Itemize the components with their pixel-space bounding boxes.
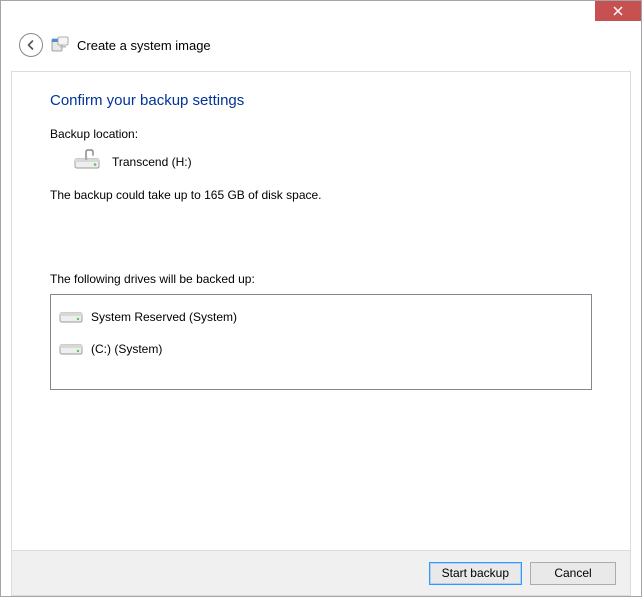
drive-icon xyxy=(59,307,83,328)
system-image-icon xyxy=(51,36,69,54)
wizard-footer: Start backup Cancel xyxy=(11,550,631,596)
drives-list: System Reserved (System) (C:) (System) xyxy=(50,294,592,390)
cancel-button[interactable]: Cancel xyxy=(530,562,616,585)
start-backup-button[interactable]: Start backup xyxy=(429,562,522,585)
drive-icon xyxy=(59,339,83,360)
title-bar xyxy=(1,1,641,29)
backup-location-row: Transcend (H:) xyxy=(74,149,592,174)
backup-location-label: Backup location: xyxy=(50,127,592,141)
dialog-window: Create a system image Confirm your backu… xyxy=(0,0,642,597)
drive-label: System Reserved (System) xyxy=(91,310,237,324)
list-item: System Reserved (System) xyxy=(57,301,585,333)
drive-label: (C:) (System) xyxy=(91,342,162,356)
drive-usb-icon xyxy=(74,149,102,174)
drives-list-label: The following drives will be backed up: xyxy=(50,272,592,286)
wizard-header: Create a system image xyxy=(1,29,641,61)
list-item: (C:) (System) xyxy=(57,333,585,365)
content-wrapper: Confirm your backup settings Backup loca… xyxy=(1,61,641,596)
wizard-title: Create a system image xyxy=(77,38,211,53)
back-arrow-icon xyxy=(25,39,37,51)
content-area: Confirm your backup settings Backup loca… xyxy=(11,71,631,550)
close-button[interactable] xyxy=(595,1,641,21)
backup-location-value: Transcend (H:) xyxy=(112,155,192,169)
page-title: Confirm your backup settings xyxy=(50,92,592,109)
back-button[interactable] xyxy=(19,33,43,57)
close-icon xyxy=(613,6,623,16)
disk-space-estimate: The backup could take up to 165 GB of di… xyxy=(50,188,592,202)
